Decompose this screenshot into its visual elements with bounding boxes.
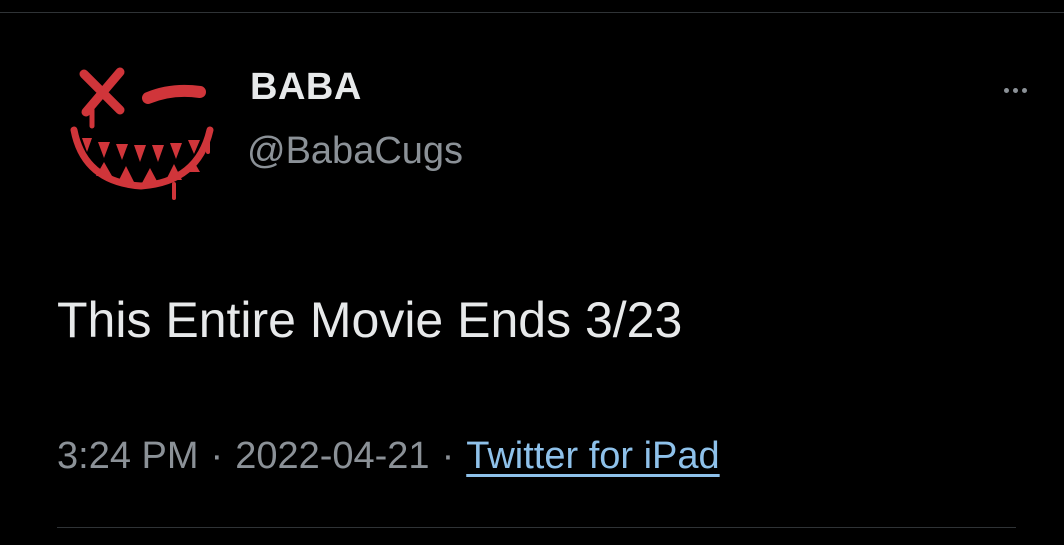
grinning-x-eye-face-icon	[70, 67, 214, 200]
tweet-time[interactable]: 3:24 PM	[57, 435, 199, 477]
tweet-text: This Entire Movie Ends 3/23	[57, 292, 683, 348]
tweet: BABA @BabaCugs This Entire Movie Ends 3/…	[0, 0, 1064, 545]
author-handle[interactable]: @BabaCugs	[247, 130, 463, 173]
bottom-divider	[57, 527, 1016, 528]
author-display-name[interactable]: BABA	[250, 66, 362, 109]
tweet-source-link[interactable]: Twitter for iPad	[466, 435, 719, 477]
tweet-meta: 3:24 PM · 2022-04-21 · Twitter for iPad	[57, 435, 720, 478]
meta-separator: ·	[210, 435, 224, 477]
more-options-button[interactable]	[992, 70, 1038, 110]
avatar[interactable]	[62, 52, 220, 202]
tweet-date[interactable]: 2022-04-21	[235, 435, 429, 477]
more-options-icon	[1003, 87, 1009, 93]
meta-separator: ·	[441, 435, 455, 477]
